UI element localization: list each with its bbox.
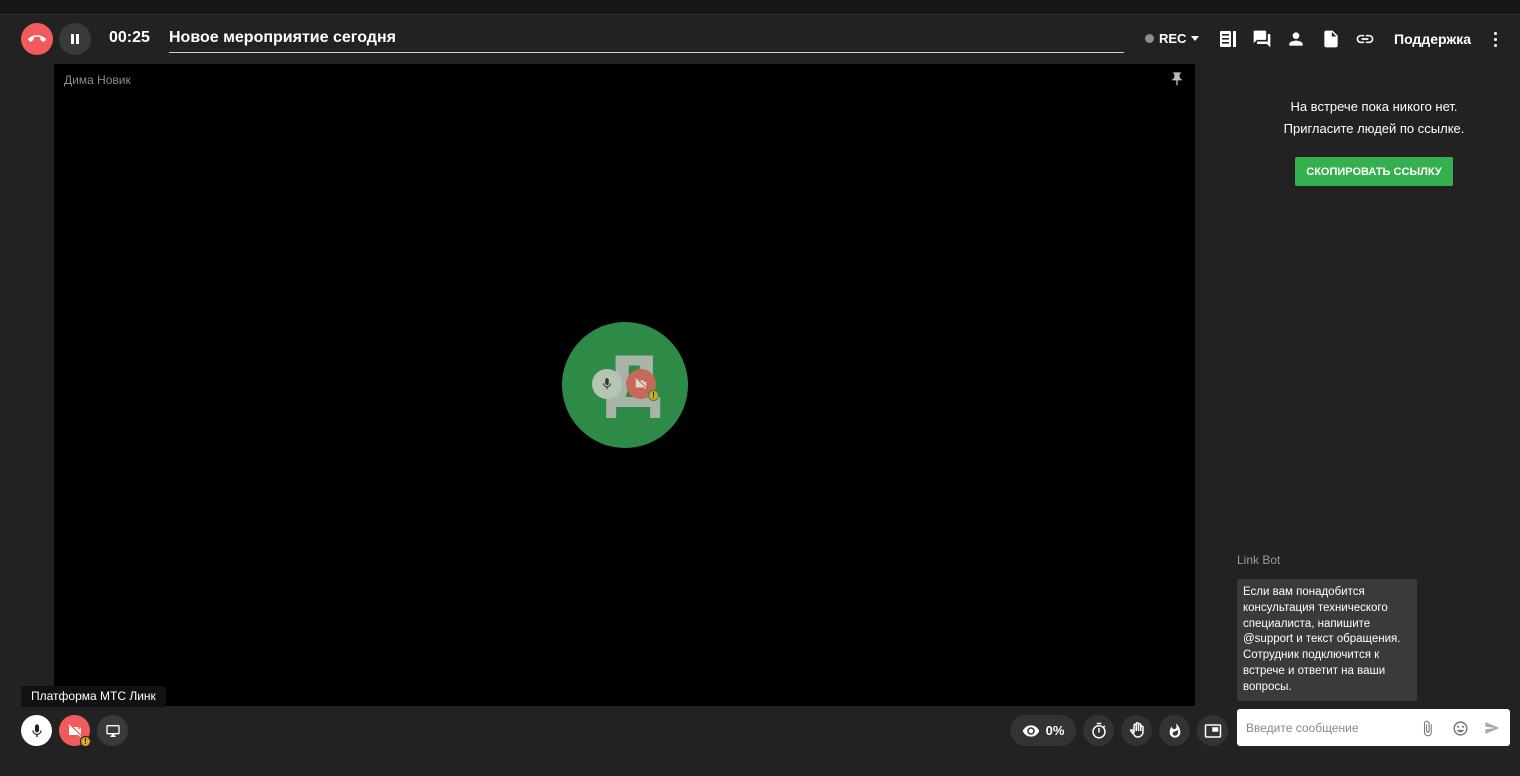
empty-message-line1: На встрече пока никого нет. — [1290, 99, 1458, 114]
attach-button[interactable] — [1417, 718, 1437, 738]
mic-icon — [31, 723, 42, 737]
rec-dropdown[interactable]: REC — [1145, 31, 1200, 46]
person-icon — [1289, 32, 1303, 46]
header-bar: 00:25 Новое мероприятие сегодня REC Подд… — [0, 15, 1520, 63]
pin-icon[interactable] — [1169, 71, 1185, 87]
rec-label: REC — [1159, 31, 1187, 46]
link-button[interactable] — [1354, 28, 1376, 50]
support-link[interactable]: Поддержка — [1394, 31, 1471, 47]
phone-hangup-icon — [28, 35, 46, 42]
chat-button[interactable] — [1251, 28, 1273, 50]
meeting-title[interactable]: Новое мероприятие сегодня — [169, 29, 1124, 53]
video-tile: Дима Новик Д ! — [54, 64, 1195, 706]
timer-button[interactable] — [1083, 715, 1114, 746]
file-icon — [1324, 30, 1338, 48]
flame-icon — [1169, 722, 1180, 738]
reaction-button[interactable] — [1159, 715, 1190, 746]
end-call-button[interactable] — [21, 23, 53, 55]
pause-icon — [71, 34, 79, 44]
mic-button[interactable] — [21, 715, 52, 746]
avatar: Д ! — [562, 322, 688, 448]
agenda-button[interactable] — [1217, 28, 1239, 50]
screen-share-button[interactable] — [97, 715, 128, 746]
more-vertical-icon[interactable] — [1486, 28, 1504, 50]
record-status-dot — [1145, 34, 1154, 43]
smile-icon — [1452, 720, 1468, 736]
pause-button[interactable] — [59, 23, 91, 55]
bot-message: Если вам понадобится консультация технич… — [1237, 579, 1417, 701]
stopwatch-icon — [1091, 722, 1106, 738]
message-input[interactable] — [1237, 709, 1417, 746]
tooltip: Платформа МТС Линк — [21, 686, 166, 707]
layout-button[interactable] — [1197, 715, 1228, 746]
copy-link-button[interactable]: СКОПИРОВАТЬ ССЫЛКУ — [1295, 157, 1453, 186]
warning-icon: ! — [80, 736, 91, 747]
emoji-button[interactable] — [1450, 718, 1470, 738]
send-button[interactable] — [1482, 718, 1502, 738]
chat-icon — [1253, 30, 1271, 48]
empty-meeting-message: На встрече пока никого нет. Пригласите л… — [1238, 96, 1510, 140]
mic-status-icon — [592, 369, 622, 399]
warning-icon: ! — [648, 390, 659, 401]
picture-in-picture-icon — [1204, 723, 1221, 738]
message-composer — [1237, 709, 1510, 746]
camera-off-icon — [67, 723, 81, 737]
meeting-timer: 00:25 — [109, 29, 150, 46]
viewers-percent: 0% — [1045, 723, 1065, 738]
send-icon — [1485, 722, 1500, 734]
empty-message-line2: Пригласите людей по ссылке. — [1283, 121, 1465, 136]
agenda-icon — [1220, 31, 1236, 47]
window-top-strip — [0, 0, 1520, 15]
hand-icon — [1129, 721, 1144, 738]
chevron-down-icon — [1191, 36, 1200, 41]
raise-hand-button[interactable] — [1121, 715, 1152, 746]
files-button[interactable] — [1320, 28, 1342, 50]
bot-name: Link Bot — [1237, 553, 1281, 567]
participant-name: Дима Новик — [64, 73, 131, 87]
link-icon — [1356, 34, 1374, 44]
viewers-indicator[interactable]: 0% — [1010, 715, 1076, 746]
eye-icon — [1022, 724, 1039, 737]
monitor-icon — [105, 724, 120, 737]
paperclip-icon — [1423, 720, 1432, 736]
participants-button[interactable] — [1285, 28, 1307, 50]
